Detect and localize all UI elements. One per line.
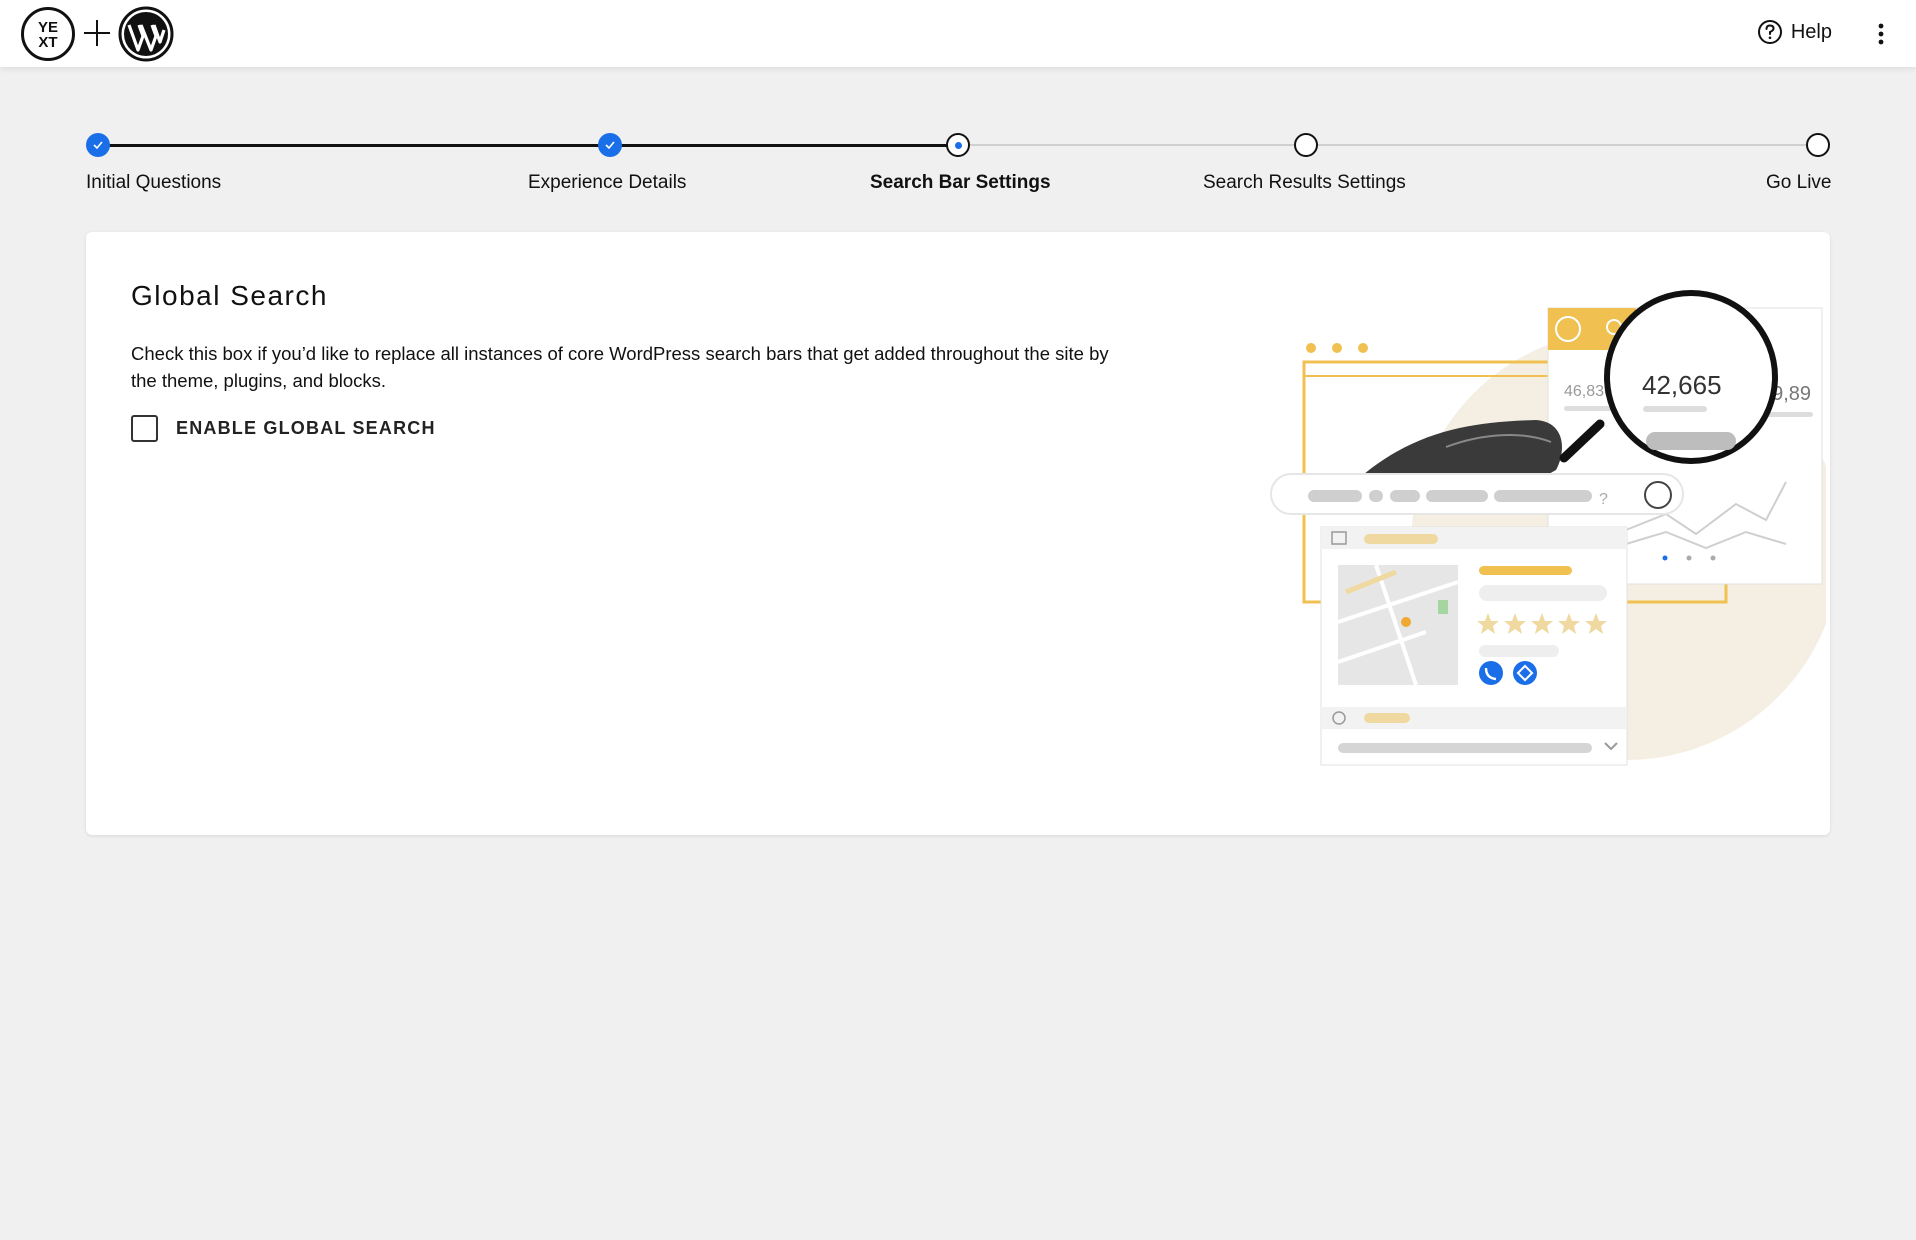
yext-search-icon [1644, 481, 1672, 509]
stepper-track-remaining [958, 144, 1818, 146]
step-3-current-indicator [946, 133, 970, 157]
top-bar: YE XT Help [0, 0, 1916, 67]
help-label: Help [1790, 20, 1832, 43]
enable-global-search-checkbox[interactable] [131, 415, 158, 442]
step-4-indicator [1294, 133, 1318, 157]
page-title: Global Search [131, 280, 328, 311]
step-label-go-live: Go Live [1766, 172, 1832, 193]
enable-global-search-option[interactable]: ENABLE GLOBAL SEARCH [131, 415, 436, 442]
yext-logo: YE XT [21, 7, 75, 61]
browser-dot-icon [1358, 343, 1368, 353]
question-circle-icon [1757, 20, 1782, 44]
plus-icon [83, 16, 111, 50]
step-label-search-bar-settings: Search Bar Settings [870, 172, 1051, 193]
step-2-check-icon [598, 133, 622, 157]
phone-icon [1479, 661, 1503, 685]
search-illustration: 46,836 19,89 42,665 ? [1266, 282, 1841, 782]
step-label-search-results-settings: Search Results Settings [1203, 172, 1406, 193]
card-description: Check this box if you’d like to replace … [131, 343, 1109, 391]
step-label-experience-details: Experience Details [528, 172, 687, 193]
browser-dot-icon [1332, 343, 1342, 353]
step-label-initial-questions: Initial Questions [86, 172, 222, 193]
yext-logo-text-bottom: XT [38, 34, 57, 51]
enable-global-search-label: ENABLE GLOBAL SEARCH [176, 418, 436, 438]
search-suffix: ? [1599, 491, 1608, 508]
step-1-check-icon [86, 133, 110, 157]
settings-card: Global Search Check this box if you’d li… [86, 232, 1841, 835]
stepper-track-completed [98, 144, 958, 147]
step-5-indicator [1806, 133, 1830, 157]
progress-stepper: Initial Questions Experience Details Sea… [86, 130, 1832, 200]
wordpress-logo [118, 6, 174, 62]
more-options-icon[interactable] [1874, 20, 1888, 48]
help-button[interactable]: Help [1757, 19, 1832, 45]
stat-center: 42,665 [1642, 370, 1722, 400]
browser-dot-icon [1306, 343, 1316, 353]
